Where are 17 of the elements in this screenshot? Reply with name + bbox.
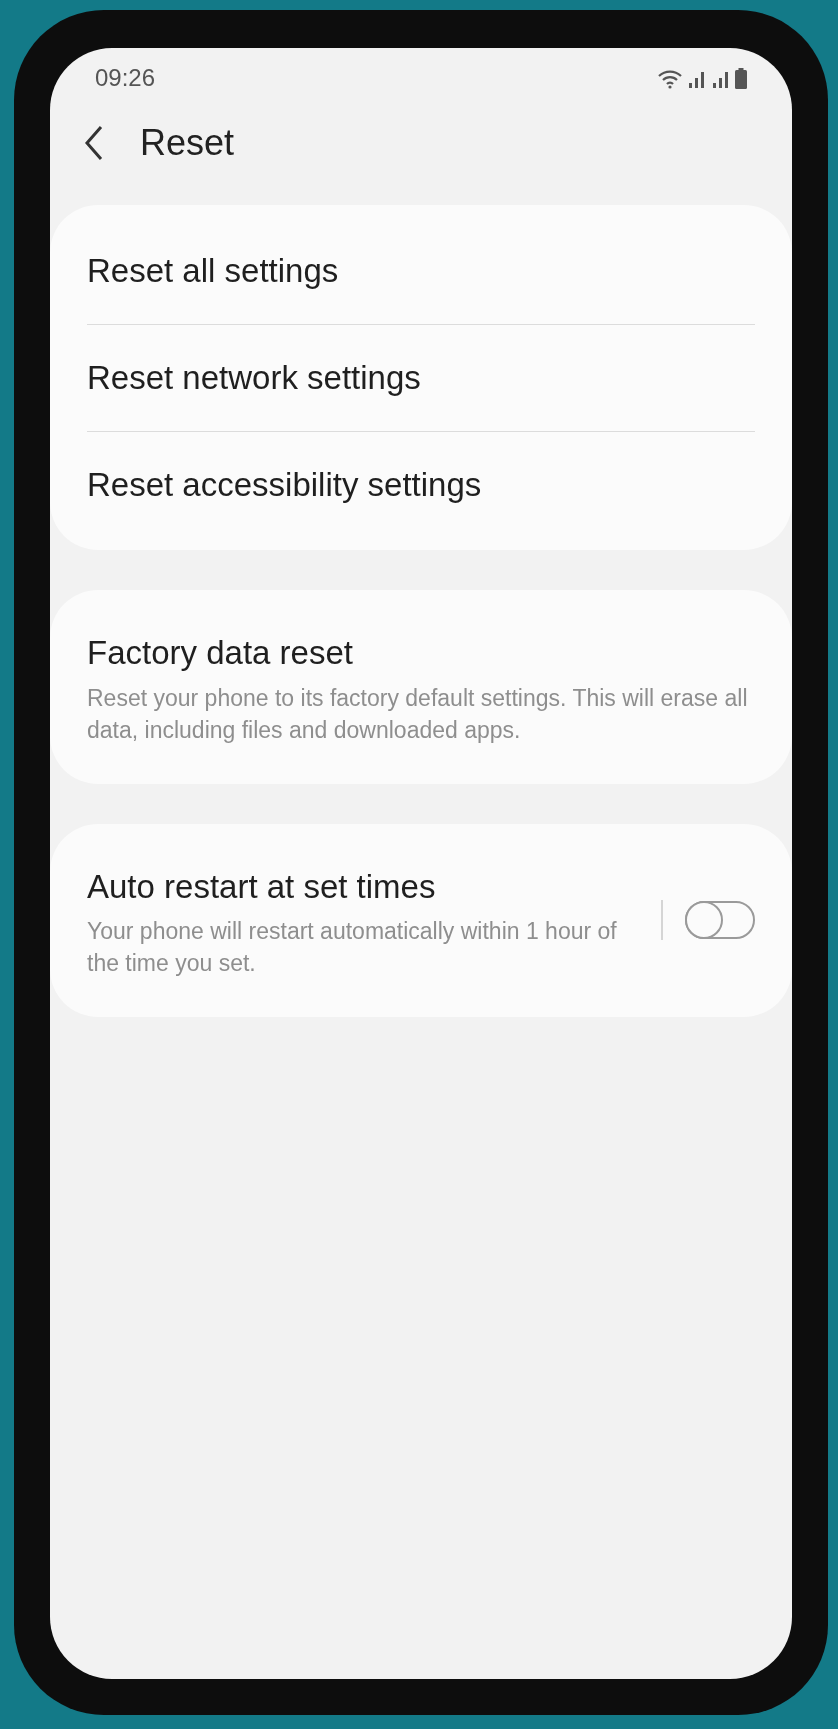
item-description: Your phone will restart automatically within 1 hour of the time you set. xyxy=(87,917,618,978)
wifi-icon xyxy=(657,68,683,89)
item-description: Reset your phone to its factory default settings. This will erase all data, including files and downloaded apps. xyxy=(87,683,749,745)
settings-item[interactable]: Reset all settings xyxy=(87,217,755,324)
item-title: Reset network settings xyxy=(87,358,422,399)
toggle-switch[interactable] xyxy=(685,901,755,940)
item-title: Reset all settings xyxy=(87,250,340,291)
item-title: Factory data reset xyxy=(87,633,354,673)
settings-item[interactable]: Reset accessibility settings xyxy=(87,431,755,538)
page-title: Reset xyxy=(140,121,235,165)
settings-item[interactable]: Factory data reset Reset your phone to its factory default settings. This will erase all data, including files and downloaded apps. xyxy=(87,602,755,772)
status-time: 09:26 xyxy=(95,63,156,93)
settings-item[interactable]: Reset network settings xyxy=(87,324,755,431)
item-title: Reset accessibility settings xyxy=(87,465,483,506)
battery-icon xyxy=(735,67,747,89)
settings-item[interactable]: Auto restart at set times Your phone will restart automatically within 1 hour of the time you set. xyxy=(87,835,755,1005)
item-title: Auto restart at set times xyxy=(87,866,437,907)
